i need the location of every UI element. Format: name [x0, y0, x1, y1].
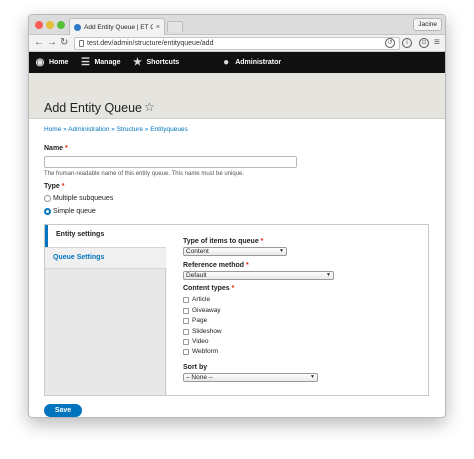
info-icon[interactable]: i [402, 38, 412, 48]
drupal-favicon-icon [74, 23, 81, 31]
checkbox[interactable] [183, 348, 189, 355]
checkbox-webform[interactable]: Webform [183, 348, 218, 355]
sort-by-label: Sort by [183, 364, 208, 371]
toolbar-manage[interactable]: ☰ Manage [74, 52, 126, 73]
name-description: The human-readable name of this entity q… [44, 171, 245, 177]
toolbar-shortcuts-label: Shortcuts [146, 59, 180, 66]
type-of-items-select[interactable]: Content ▼ [183, 247, 287, 256]
name-input[interactable] [44, 156, 297, 168]
tab-entity-settings[interactable]: Entity settings [45, 225, 167, 247]
checkbox-giveaway[interactable]: Giveaway [183, 307, 221, 314]
select-value: Content [186, 248, 209, 255]
profile-button[interactable]: Jacine [413, 18, 442, 31]
title-bar: Add Entity Queue | ET Onl × Jacine [29, 15, 445, 35]
checkbox-label: Slideshow [192, 328, 222, 335]
url-text: test.dev/admin/structure/entityqueue/add [87, 40, 214, 47]
checkbox[interactable] [183, 338, 189, 345]
radio-button[interactable] [44, 195, 51, 202]
chevron-down-icon: ▼ [310, 374, 315, 380]
type-of-items-label: Type of items to queue * [183, 238, 263, 245]
checkbox-label: Giveaway [192, 307, 221, 314]
checkbox[interactable] [183, 328, 189, 335]
checkbox-label: Article [192, 296, 211, 303]
extension-sync-icon[interactable]: ↺ [385, 38, 395, 48]
address-bar[interactable]: test.dev/admin/structure/entityqueue/add [74, 37, 400, 50]
checkbox-video[interactable]: Video [183, 338, 209, 345]
content-types-label: Content types * [183, 285, 234, 292]
admin-toolbar: ◉ Home ☰ Manage ★ Shortcuts ● Administra… [29, 52, 445, 73]
forward-arrow-icon[interactable]: → [47, 37, 57, 49]
tab-title: Add Entity Queue | ET Onl [84, 23, 153, 31]
radio-label: Simple queue [53, 208, 96, 215]
select-value: – None – [186, 374, 213, 381]
checkbox-label: Page [192, 317, 208, 324]
checkbox-label: Video [192, 338, 209, 345]
breadcrumb[interactable]: Home » Administration » Structure » Enti… [44, 126, 188, 133]
checkbox-page[interactable]: Page [183, 317, 207, 324]
tab-queue-settings[interactable]: Queue Settings [45, 247, 166, 269]
browser-window: Add Entity Queue | ET Onl × Jacine ← → ↻… [28, 14, 446, 418]
back-arrow-icon[interactable]: ← [34, 37, 44, 49]
type-label-text: Type [44, 183, 60, 190]
reference-method-select[interactable]: Default ▼ [183, 271, 334, 280]
browser-tab[interactable]: Add Entity Queue | ET Onl × [69, 18, 165, 35]
radio-multiple-subqueues[interactable]: Multiple subqueues [44, 195, 113, 202]
entity-settings-pane: Type of items to queue * Content ▼ Refer… [167, 225, 428, 395]
checkbox-article[interactable]: Article [183, 296, 210, 303]
select-value: Default [186, 272, 207, 279]
chevron-down-icon: ▼ [326, 272, 331, 278]
required-marker: * [61, 183, 65, 190]
close-window-button[interactable] [35, 21, 43, 29]
new-tab-button[interactable] [167, 21, 183, 32]
drupal-drop-icon: ◉ [35, 57, 45, 68]
type-label: Type * [44, 183, 65, 190]
checkbox[interactable] [183, 317, 189, 324]
toolbar-home[interactable]: ◉ Home [29, 52, 74, 73]
reference-method-label-text: Reference method [183, 262, 245, 269]
toolbar-manage-label: Manage [94, 59, 121, 66]
sort-by-select[interactable]: – None – ▼ [183, 373, 318, 382]
name-label-text: Name [44, 145, 64, 152]
vertical-tabs-menu: Entity settings Queue Settings [45, 225, 167, 395]
page-header: Add Entity Queue ☆ [29, 73, 445, 119]
page-icon [79, 40, 84, 47]
minimize-window-button[interactable] [46, 21, 54, 29]
required-marker: * [231, 285, 235, 292]
vertical-tabs: Entity settings Queue Settings Type of i… [44, 224, 429, 396]
reference-method-label: Reference method * [183, 262, 249, 269]
toolbar-home-label: Home [49, 59, 69, 66]
radio-button-selected[interactable] [44, 208, 51, 215]
user-icon: ● [223, 57, 230, 68]
menu-icon[interactable]: ≡ [434, 37, 440, 49]
tab-close-icon[interactable]: × [156, 24, 160, 31]
checkbox[interactable] [183, 296, 189, 303]
hamburger-icon: ☰ [80, 57, 90, 68]
name-label: Name * [44, 145, 68, 152]
reload-icon[interactable]: ↻ [60, 37, 68, 49]
toolbar-shortcuts[interactable]: ★ Shortcuts [127, 52, 186, 73]
required-marker: * [260, 238, 264, 245]
shortcut-star-icon[interactable]: ☆ [144, 100, 155, 114]
checkbox[interactable] [183, 307, 189, 314]
toolbar-user-label: Administrator [235, 59, 282, 66]
radio-label: Multiple subqueues [53, 195, 114, 202]
maximize-window-button[interactable] [57, 21, 65, 29]
power-icon[interactable]: ⏻ [419, 38, 429, 48]
browser-toolbar: ← → ↻ test.dev/admin/structure/entityque… [29, 35, 445, 52]
required-marker: * [246, 262, 249, 269]
page-title: Add Entity Queue [44, 101, 142, 115]
required-marker: * [65, 145, 68, 152]
type-of-items-label-text: Type of items to queue [183, 238, 259, 245]
toolbar-user[interactable]: ● Administrator [215, 52, 287, 73]
chevron-down-icon: ▼ [279, 248, 284, 254]
checkbox-slideshow[interactable]: Slideshow [183, 328, 222, 335]
radio-simple-queue[interactable]: Simple queue [44, 208, 96, 215]
save-button[interactable]: Save [44, 404, 82, 417]
checkbox-label: Webform [192, 348, 219, 355]
content-types-label-text: Content types [183, 285, 230, 292]
star-icon: ★ [133, 57, 142, 68]
